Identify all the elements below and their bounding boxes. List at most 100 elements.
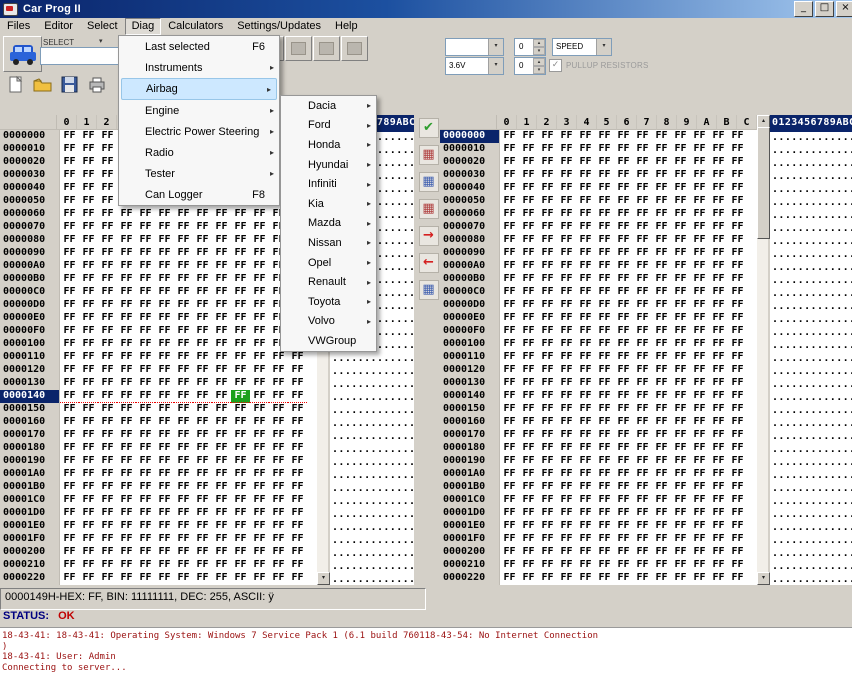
hex-cell[interactable]: FF bbox=[728, 455, 747, 468]
hex-cell[interactable]: FF bbox=[174, 403, 193, 416]
spin-up-icon[interactable]: ▴ bbox=[533, 39, 545, 47]
hex-address[interactable]: 00001A0 bbox=[0, 468, 60, 481]
hex-address[interactable]: 0000050 bbox=[0, 195, 60, 208]
hex-cell[interactable]: FF bbox=[557, 325, 576, 338]
hex-address[interactable]: 0000160 bbox=[440, 416, 500, 429]
ascii-row[interactable]: ............. bbox=[770, 301, 852, 314]
hex-cell[interactable]: FF bbox=[690, 130, 709, 143]
hex-cell[interactable]: FF bbox=[79, 377, 98, 390]
hex-cell[interactable]: FF bbox=[633, 416, 652, 429]
hex-cell[interactable]: FF bbox=[595, 208, 614, 221]
hex-cell[interactable]: FF bbox=[212, 455, 231, 468]
hex-cell[interactable]: FF bbox=[557, 546, 576, 559]
hex-cell[interactable]: FF bbox=[231, 273, 250, 286]
hex-cell[interactable]: FF bbox=[728, 169, 747, 182]
hex-cell[interactable]: FF bbox=[212, 494, 231, 507]
hex-cell[interactable]: FF bbox=[500, 325, 519, 338]
hex-cell[interactable]: FF bbox=[709, 260, 728, 273]
hex-cell[interactable]: FF bbox=[690, 273, 709, 286]
hex-cell[interactable]: FF bbox=[250, 559, 269, 572]
hex-cell[interactable]: FF bbox=[633, 182, 652, 195]
submenu-item-renault[interactable]: Renault▸ bbox=[281, 272, 376, 292]
hex-cell[interactable]: FF bbox=[633, 208, 652, 221]
hex-cell[interactable]: FF bbox=[231, 208, 250, 221]
hex-cell[interactable]: FF bbox=[671, 182, 690, 195]
hex-cell[interactable]: FF bbox=[98, 156, 117, 169]
hex-cell[interactable]: FF bbox=[633, 156, 652, 169]
ascii-row[interactable]: ............. bbox=[330, 353, 414, 366]
hex-cell[interactable]: FF bbox=[136, 299, 155, 312]
hex-cell[interactable]: FF bbox=[212, 377, 231, 390]
ascii-row[interactable]: ............. bbox=[330, 379, 414, 392]
hex-cell[interactable]: FF bbox=[538, 338, 557, 351]
hex-cell[interactable]: FF bbox=[557, 260, 576, 273]
hex-cell[interactable]: FF bbox=[557, 364, 576, 377]
ascii-row[interactable]: ............. bbox=[770, 197, 852, 210]
hex-cell[interactable]: FF bbox=[709, 364, 728, 377]
hex-cell[interactable]: FF bbox=[614, 325, 633, 338]
hex-cell[interactable]: FF bbox=[576, 377, 595, 390]
hex-cell[interactable]: FF bbox=[212, 533, 231, 546]
hex-cell[interactable]: FF bbox=[500, 351, 519, 364]
menu-item-tester[interactable]: Tester▸ bbox=[119, 163, 279, 184]
hex-cell[interactable]: FF bbox=[576, 325, 595, 338]
hex-cell[interactable]: FF bbox=[538, 572, 557, 585]
hex-address[interactable]: 0000050 bbox=[440, 195, 500, 208]
hex-cell[interactable]: FF bbox=[557, 416, 576, 429]
hex-cell[interactable]: FF bbox=[709, 325, 728, 338]
hex-cell[interactable]: FF bbox=[709, 520, 728, 533]
ascii-row[interactable]: ............. bbox=[330, 431, 414, 444]
hex-cell[interactable]: FF bbox=[538, 429, 557, 442]
hex-cell[interactable]: FF bbox=[728, 182, 747, 195]
hex-cell[interactable]: FF bbox=[690, 312, 709, 325]
hex-cell[interactable]: FF bbox=[538, 208, 557, 221]
ascii-row[interactable]: ............. bbox=[330, 561, 414, 574]
hex-cell[interactable]: FF bbox=[136, 533, 155, 546]
hex-cell[interactable]: FF bbox=[79, 572, 98, 585]
ascii-row[interactable]: ............. bbox=[330, 444, 414, 457]
hex-cell[interactable]: FF bbox=[709, 234, 728, 247]
hex-cell[interactable]: FF bbox=[652, 455, 671, 468]
hex-cell[interactable]: FF bbox=[557, 195, 576, 208]
hex-cell[interactable]: FF bbox=[193, 416, 212, 429]
hex-cell[interactable]: FF bbox=[193, 429, 212, 442]
hex-cell[interactable]: FF bbox=[728, 234, 747, 247]
hex-cell[interactable]: FF bbox=[690, 507, 709, 520]
hex-cell[interactable]: FF bbox=[652, 182, 671, 195]
hex-cell[interactable]: FF bbox=[250, 533, 269, 546]
hex-cell[interactable]: FF bbox=[269, 468, 288, 481]
hex-cell[interactable]: FF bbox=[576, 299, 595, 312]
hex-cell[interactable]: FF bbox=[519, 130, 538, 143]
hex-cell[interactable]: FF bbox=[538, 520, 557, 533]
hex-cell[interactable]: FF bbox=[614, 273, 633, 286]
hex-cell[interactable]: FF bbox=[193, 312, 212, 325]
hex-cell[interactable]: FF bbox=[557, 572, 576, 585]
hex-cell[interactable]: FF bbox=[155, 351, 174, 364]
hex-cell[interactable]: FF bbox=[595, 338, 614, 351]
hex-cell[interactable]: FF bbox=[174, 520, 193, 533]
hex-cell[interactable]: FF bbox=[576, 520, 595, 533]
ascii-row[interactable]: ............. bbox=[770, 184, 852, 197]
hex-cell[interactable]: FF bbox=[709, 286, 728, 299]
hex-address[interactable]: 0000190 bbox=[440, 455, 500, 468]
hex-cell[interactable]: FF bbox=[576, 286, 595, 299]
hex-cell[interactable]: FF bbox=[614, 416, 633, 429]
hex-cell[interactable]: FF bbox=[60, 442, 79, 455]
hex-cell[interactable]: FF bbox=[288, 494, 307, 507]
hex-cell[interactable]: FF bbox=[60, 143, 79, 156]
voltage-combo[interactable]: 3.6V ▾ bbox=[445, 57, 504, 75]
hex-address[interactable]: 0000150 bbox=[440, 403, 500, 416]
hex-cell[interactable]: FF bbox=[690, 260, 709, 273]
hex-cell[interactable]: FF bbox=[98, 130, 117, 143]
hex-cell[interactable]: FF bbox=[709, 481, 728, 494]
hex-cell[interactable]: FF bbox=[709, 429, 728, 442]
hex-cell[interactable]: FF bbox=[288, 520, 307, 533]
hex-cell[interactable]: FF bbox=[671, 572, 690, 585]
ascii-row[interactable]: ............. bbox=[770, 561, 852, 574]
hex-cell[interactable]: FF bbox=[79, 481, 98, 494]
hex-cell[interactable]: FF bbox=[60, 325, 79, 338]
hex-cell[interactable]: FF bbox=[557, 377, 576, 390]
hex-cell[interactable]: FF bbox=[671, 299, 690, 312]
minimize-icon[interactable]: _ bbox=[794, 1, 813, 17]
hex-cell[interactable]: FF bbox=[250, 468, 269, 481]
